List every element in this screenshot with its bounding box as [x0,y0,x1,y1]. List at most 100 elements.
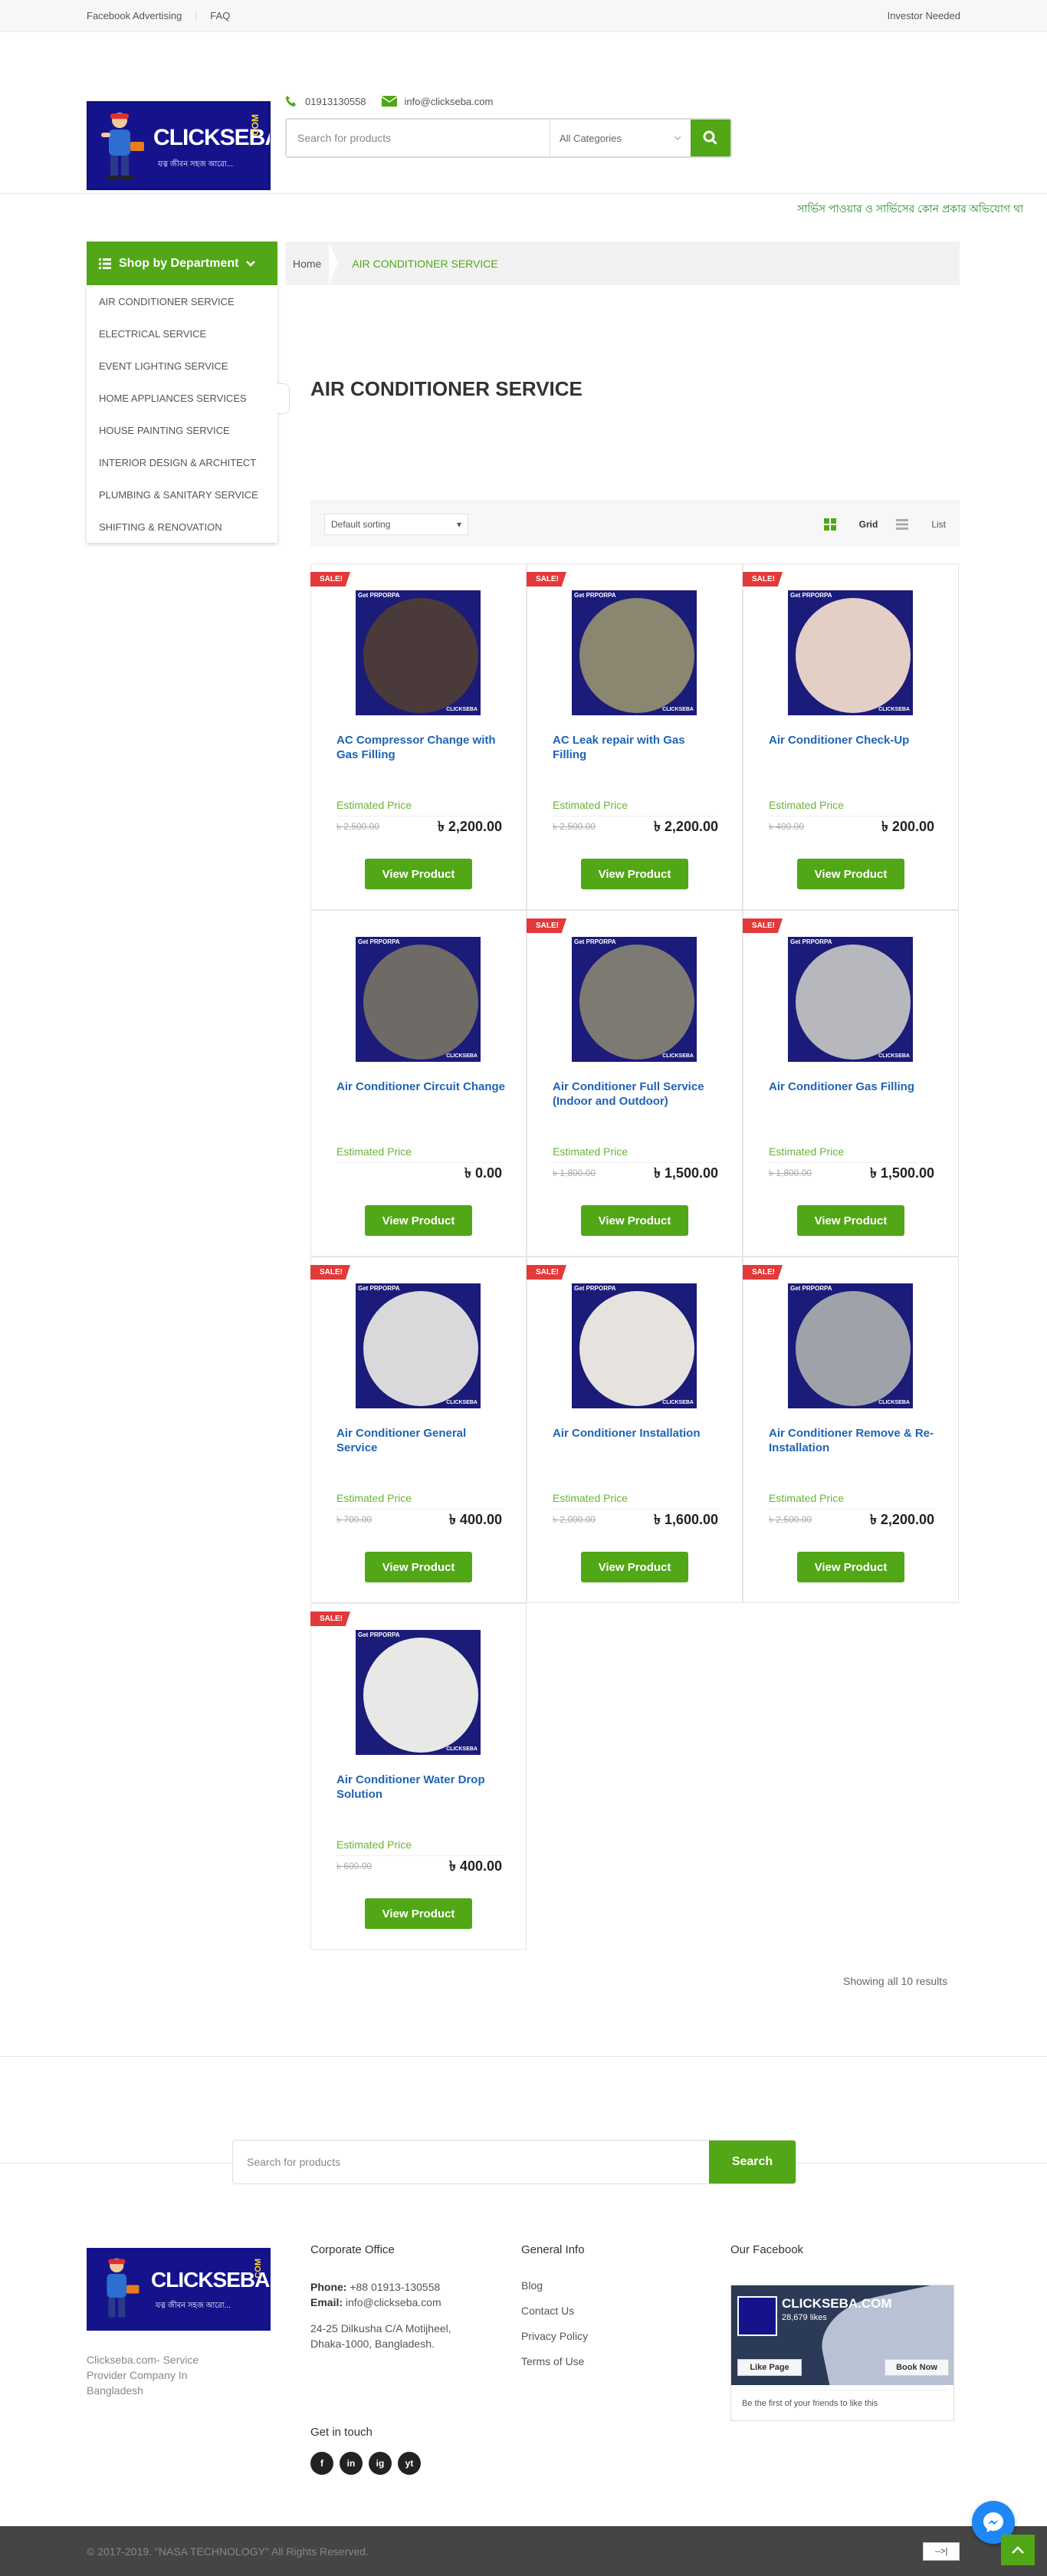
product-image[interactable]: Get PRPORPA CLICKSEBA [572,1283,697,1408]
footer-logo-tagline: যত্ন জীবন সহজ আরো... [156,2302,231,2310]
footer-link-blog[interactable]: Blog [521,2279,588,2305]
view-product-button[interactable]: View Product [581,859,688,889]
sale-badge: SALE! [743,572,783,586]
current-price: ৳ 0.00 [464,1165,502,1181]
product-image[interactable]: Get PRPORPA CLICKSEBA [356,937,481,1062]
dept-item-interior-design[interactable]: INTERIOR DESIGN & ARCHITECT [87,446,277,478]
product-photo [796,945,911,1060]
footer-email-value[interactable]: info@clickseba.com [346,2296,441,2308]
view-product-button[interactable]: View Product [581,1205,688,1236]
view-product-button[interactable]: View Product [797,859,904,889]
footer-link-contact[interactable]: Contact Us [521,2305,588,2330]
product-name[interactable]: AC Leak repair with Gas Filling [553,733,721,762]
widget-badge[interactable]: -->| [923,2542,960,2561]
product-image[interactable]: Get PRPORPA CLICKSEBA [788,590,913,715]
product-card: SALE! Get PRPORPA CLICKSEBA Air Conditio… [527,1257,743,1603]
product-name[interactable]: Air Conditioner Check-Up [769,733,937,748]
product-image[interactable]: Get PRPORPA CLICKSEBA [788,1283,913,1408]
caret-down-icon: ▾ [456,518,461,530]
dept-item-event-lighting[interactable]: EVENT LIGHTING SERVICE [87,350,277,382]
footer-link-privacy[interactable]: Privacy Policy [521,2330,588,2355]
grid-view-button[interactable]: Grid [823,518,878,531]
facebook-icon[interactable]: f [310,2452,333,2475]
copyright-bar: © 2017-2019. "NASA TECHNOLOGY" All Right… [0,2526,1047,2576]
image-watermark: CLICKSEBA [662,1053,694,1059]
sidebar-toggle[interactable] [277,383,290,414]
price-row: ৳ 2,500.00 ৳ 2,200.00 [336,816,502,839]
list-view-icon [896,518,909,530]
logo-tagline: যত্ন জীবন সহজ আরো... [158,160,233,169]
instagram-icon[interactable]: ig [369,2452,392,2475]
estimated-price-label: Estimated Price [336,1838,412,1851]
view-product-button[interactable]: View Product [365,1205,472,1236]
dept-item-home-appliances[interactable]: HOME APPLIANCES SERVICES [87,382,277,414]
product-image[interactable]: Get PRPORPA CLICKSEBA [356,1283,481,1408]
search-button[interactable] [691,120,730,156]
product-name[interactable]: Air Conditioner Gas Filling [769,1079,937,1094]
category-select[interactable]: All Categories [550,120,691,156]
header-email[interactable]: info@clickseba.com [381,95,494,107]
footer-phone-value[interactable]: +88 01913-130558 [350,2281,440,2293]
footer-facebook-title: Our Facebook [730,2243,804,2256]
price-row: ৳ 1,800.00 ৳ 1,500.00 [553,1162,718,1185]
dept-item-air-conditioner[interactable]: AIR CONDITIONER SERVICE [87,285,277,317]
shop-by-department-button[interactable]: Shop by Department [87,242,277,285]
product-name[interactable]: Air Conditioner Remove & Re-Installation [769,1426,937,1455]
product-name[interactable]: Air Conditioner Full Service (Indoor and… [553,1079,721,1109]
facebook-book-button[interactable]: Book Now [885,2359,949,2376]
top-link-faq[interactable]: FAQ [196,10,244,21]
footer-email: Email: info@clickseba.com [310,2295,479,2310]
product-name[interactable]: Air Conditioner Installation [553,1426,721,1441]
chevron-down-icon [674,136,681,140]
image-badge: Get PRPORPA [574,938,616,945]
view-product-button[interactable]: View Product [365,1898,472,1929]
product-image[interactable]: Get PRPORPA CLICKSEBA [572,937,697,1062]
youtube-icon[interactable]: yt [398,2452,421,2475]
dept-item-plumbing[interactable]: PLUMBING & SANITARY SERVICE [87,478,277,511]
search-input[interactable] [287,120,550,156]
view-product-button[interactable]: View Product [365,859,472,889]
view-product-button[interactable]: View Product [797,1552,904,1582]
dept-item-house-painting[interactable]: HOUSE PAINTING SERVICE [87,414,277,446]
footer-search-button[interactable]: Search [709,2141,796,2183]
list-view-button[interactable]: List [896,518,946,530]
footer-link-terms[interactable]: Terms of Use [521,2355,588,2380]
product-image[interactable]: Get PRPORPA CLICKSEBA [572,590,697,715]
product-name[interactable]: Air Conditioner General Service [336,1426,505,1455]
footer-general-info: General Info Blog Contact Us Privacy Pol… [521,2243,588,2380]
product-image[interactable]: Get PRPORPA CLICKSEBA [356,590,481,715]
back-to-top-button[interactable] [1001,2535,1035,2565]
view-product-button[interactable]: View Product [365,1552,472,1582]
product-name[interactable]: Air Conditioner Circuit Change [336,1079,505,1094]
dept-item-shifting[interactable]: SHIFTING & RENOVATION [87,511,277,543]
old-price: ৳ 2,500.00 [336,820,380,832]
breadcrumb-home[interactable]: Home [285,242,339,285]
view-product-button[interactable]: View Product [581,1552,688,1582]
grid-icon [823,518,836,531]
image-watermark: CLICKSEBA [878,707,910,712]
product-image[interactable]: Get PRPORPA CLICKSEBA [356,1630,481,1755]
facebook-page-name[interactable]: CLICKSEBA.COM [782,2296,892,2312]
current-price: ৳ 2,200.00 [653,819,718,834]
site-logo[interactable]: CLICKSEBA .COM যত্ন জীবন সহজ আরো... [87,101,271,190]
top-link-facebook-advertising[interactable]: Facebook Advertising [87,10,197,21]
facebook-like-button[interactable]: Like Page [737,2359,802,2376]
view-product-button[interactable]: View Product [797,1205,904,1236]
dept-item-electrical[interactable]: ELECTRICAL SERVICE [87,317,277,350]
footer-logo[interactable]: CLICKSEBA .COM যত্ন জীবন সহজ আরো... [87,2248,271,2331]
product-image[interactable]: Get PRPORPA CLICKSEBA [788,937,913,1062]
product-name[interactable]: Air Conditioner Water Drop Solution [336,1773,505,1802]
footer-search-input[interactable] [233,2141,709,2183]
product-name[interactable]: AC Compressor Change with Gas Filling [336,733,505,762]
top-link-investor[interactable]: Investor Needed [888,10,960,21]
product-photo [579,1291,694,1406]
sorting-select[interactable]: Default sorting ▾ [324,513,468,535]
sale-badge: SALE! [310,1612,350,1626]
header-phone[interactable]: 01913130558 [285,95,366,107]
linkedin-icon[interactable]: in [340,2452,363,2475]
facebook-widget[interactable]: CLICKSEBA.COM 28,679 likes Like Page Boo… [730,2285,954,2421]
price-row: ৳ 2,500.00 ৳ 2,200.00 [553,816,718,839]
email-address: info@clickseba.com [404,95,494,107]
image-watermark: CLICKSEBA [878,1400,910,1405]
page-title: AIR CONDITIONER SERVICE [310,377,583,400]
